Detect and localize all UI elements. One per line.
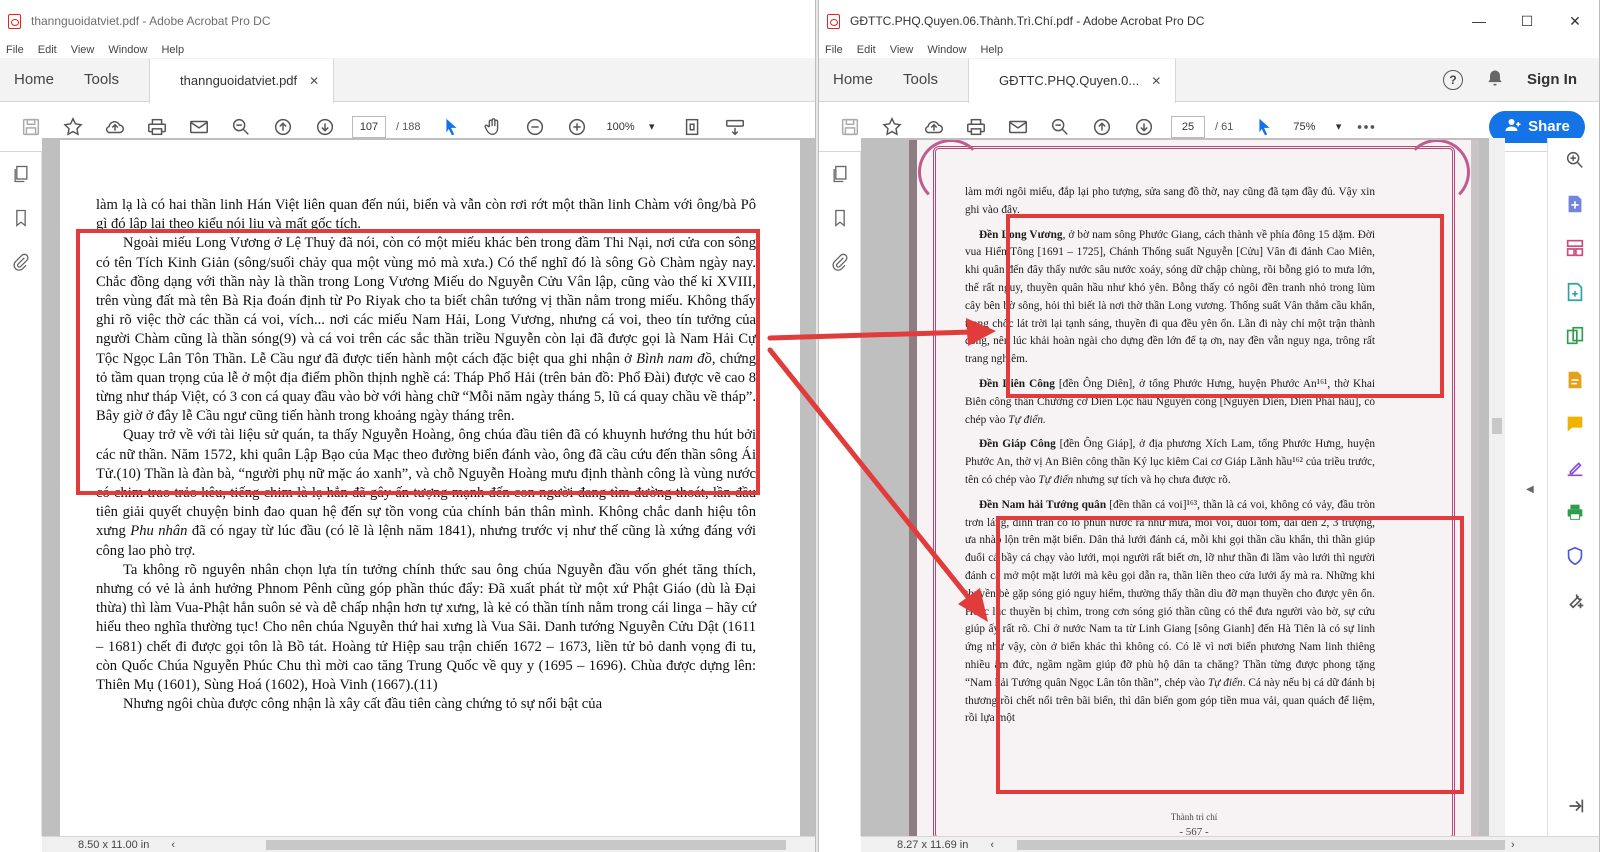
right-menu-bar: File Edit View Window Help — [819, 42, 1599, 58]
right-paragraph-3-tail: nhưng sự tích và họ chưa được rõ. — [1075, 473, 1231, 486]
menu-file[interactable]: File — [6, 44, 24, 56]
close-tab-icon[interactable]: ✕ — [309, 74, 319, 88]
share-label: Share — [1528, 118, 1570, 135]
menu-edit[interactable]: Edit — [857, 44, 876, 56]
right-title-bar[interactable]: GĐTTC.PHQ.Quyen.06.Thành.Trì.Chí.pdf - A… — [819, 0, 1599, 42]
close-tab-icon[interactable]: ✕ — [1151, 74, 1161, 88]
protect-shield-icon[interactable] — [1548, 534, 1599, 578]
tab-document[interactable]: GĐTTC.PHQ.Quyen.0... ✕ — [968, 58, 1177, 103]
tab-document-label: thannguoidatviet.pdf — [180, 73, 298, 88]
help-icon[interactable]: ? — [1443, 69, 1463, 90]
tab-home[interactable]: Home — [833, 71, 873, 88]
left-title-bar[interactable]: thannguoidatviet.pdf - Adobe Acrobat Pro… — [0, 0, 815, 42]
more-tools-wrench-icon[interactable] — [1548, 578, 1599, 622]
left-status-bar: 8.50 x 11.00 in ‹ — [42, 836, 815, 852]
bookmarks-icon[interactable] — [819, 196, 861, 240]
scroll-left-icon[interactable]: ‹ — [171, 839, 175, 851]
add-person-icon — [1504, 116, 1522, 138]
zoom-value: 75% — [1293, 120, 1316, 133]
print-production-icon[interactable] — [1548, 490, 1599, 534]
right-window-title: GĐTTC.PHQ.Quyen.06.Thành.Trì.Chí.pdf - A… — [850, 14, 1205, 28]
menu-window[interactable]: Window — [927, 44, 966, 56]
page-total-label: / 188 — [396, 120, 421, 133]
scroll-right-icon[interactable]: › — [1511, 839, 1515, 851]
paragraph-4: Nhưng ngôi chùa được công nhận là xây cấ… — [123, 696, 603, 713]
attachments-icon[interactable] — [0, 240, 42, 284]
chevron-down-icon: ▾ — [1335, 121, 1342, 133]
export-pdf-icon[interactable] — [1548, 182, 1599, 226]
right-paragraph-3: Đền Giáp Công [đền Ông Giáp], ở địa phươ… — [965, 436, 1375, 489]
menu-help[interactable]: Help — [161, 44, 184, 56]
zoom-select[interactable]: 75% ▾ — [1285, 116, 1345, 138]
left-window-title: thannguoidatviet.pdf - Adobe Acrobat Pro… — [31, 14, 271, 28]
zoom-tool-icon[interactable] — [1548, 138, 1599, 182]
page-thumbnails-icon[interactable] — [0, 152, 42, 196]
page-thumbnails-icon[interactable] — [819, 152, 861, 196]
left-tab-bar: Home Tools thannguoidatviet.pdf ✕ — [0, 58, 815, 103]
menu-view[interactable]: View — [890, 44, 914, 56]
attachments-icon[interactable] — [819, 240, 861, 284]
page-number-input[interactable]: 107 — [352, 115, 386, 138]
vertical-scroll-thumb[interactable] — [1492, 418, 1502, 434]
paragraph-2-tail: đã có ngay từ lúc đầu (có lẽ là lệnh năm… — [96, 523, 756, 559]
right-paragraph-4-heading: Đền Nam hải Tướng quân — [979, 498, 1107, 511]
tab-tools[interactable]: Tools — [903, 71, 938, 88]
page-size-label: 8.27 x 11.69 in — [897, 838, 969, 851]
expand-tools-icon[interactable]: ◀ — [1526, 484, 1534, 495]
left-menu-bar: File Edit View Window Help — [0, 42, 815, 58]
tab-document[interactable]: thannguoidatviet.pdf ✕ — [149, 58, 335, 103]
comment-icon[interactable] — [1548, 402, 1599, 446]
book-footer: Thành trì chí — [1170, 812, 1218, 822]
sign-in-link[interactable]: Sign In — [1527, 71, 1577, 88]
vertical-scrollbar[interactable] — [1489, 138, 1505, 836]
right-status-bar: 8.27 x 11.69 in ‹ › — [861, 836, 1599, 852]
highlight-box-right-top — [1006, 214, 1444, 398]
create-pdf-icon[interactable] — [1548, 270, 1599, 314]
collapse-tools-pane-icon[interactable] — [1548, 784, 1599, 828]
scroll-left-icon[interactable]: ‹ — [990, 839, 994, 851]
close-window-icon[interactable]: ✕ — [1551, 13, 1599, 30]
acrobat-app-icon — [827, 13, 840, 29]
maximize-icon[interactable]: ☐ — [1503, 13, 1551, 30]
right-tools-pane: ◀ — [1526, 138, 1599, 836]
page-size-label: 8.50 x 11.00 in — [78, 838, 150, 851]
minimize-icon[interactable]: — — [1455, 13, 1503, 30]
menu-view[interactable]: View — [71, 44, 95, 56]
right-paragraph-3-heading: Đền Giáp Công — [979, 438, 1056, 451]
menu-help[interactable]: Help — [980, 44, 1003, 56]
page-number-footer: - 567 - — [1179, 826, 1209, 836]
right-paragraph-3-italic: Tự điển — [1038, 473, 1074, 486]
right-paragraph-2-italic: Tự điển. — [1008, 413, 1046, 426]
page-total-label: / 61 — [1215, 120, 1234, 133]
acrobat-app-icon — [8, 13, 21, 29]
chevron-down-icon: ▾ — [648, 121, 655, 133]
bookmarks-icon[interactable] — [0, 196, 42, 240]
menu-window[interactable]: Window — [108, 44, 147, 56]
fill-sign-icon[interactable] — [1548, 446, 1599, 490]
horizontal-scrollbar[interactable] — [1017, 840, 1505, 850]
left-navigation-rail: ◀ — [0, 152, 56, 836]
paragraph-3: Ta không rõ nguyên nhân chọn lựa tín tưở… — [96, 561, 756, 694]
zoom-value: 100% — [606, 120, 635, 133]
paragraph-2-italic: Phu nhân — [130, 523, 188, 540]
edit-pdf-icon[interactable] — [1548, 358, 1599, 402]
menu-edit[interactable]: Edit — [38, 44, 57, 56]
combine-files-icon[interactable] — [1548, 314, 1599, 358]
zoom-select[interactable]: 100% ▾ — [598, 116, 658, 138]
highlight-box-right-bottom — [996, 516, 1464, 794]
tab-tools[interactable]: Tools — [84, 71, 119, 88]
notification-bell-icon[interactable] — [1485, 68, 1505, 92]
organize-pages-icon[interactable] — [1548, 226, 1599, 270]
menu-file[interactable]: File — [825, 44, 843, 56]
highlight-box-left — [76, 229, 760, 495]
right-navigation-rail: ◀ — [819, 152, 875, 836]
tab-document-label: GĐTTC.PHQ.Quyen.0... — [999, 73, 1140, 88]
horizontal-scrollbar[interactable] — [266, 840, 786, 850]
account-area: ? Sign In — [1443, 68, 1599, 92]
right-tab-bar: Home Tools GĐTTC.PHQ.Quyen.0... ✕ ? Sign… — [819, 58, 1599, 103]
tab-home[interactable]: Home — [14, 71, 54, 88]
page-number-input[interactable]: 25 — [1171, 115, 1205, 138]
window-controls: — ☐ ✕ — [1455, 13, 1599, 30]
